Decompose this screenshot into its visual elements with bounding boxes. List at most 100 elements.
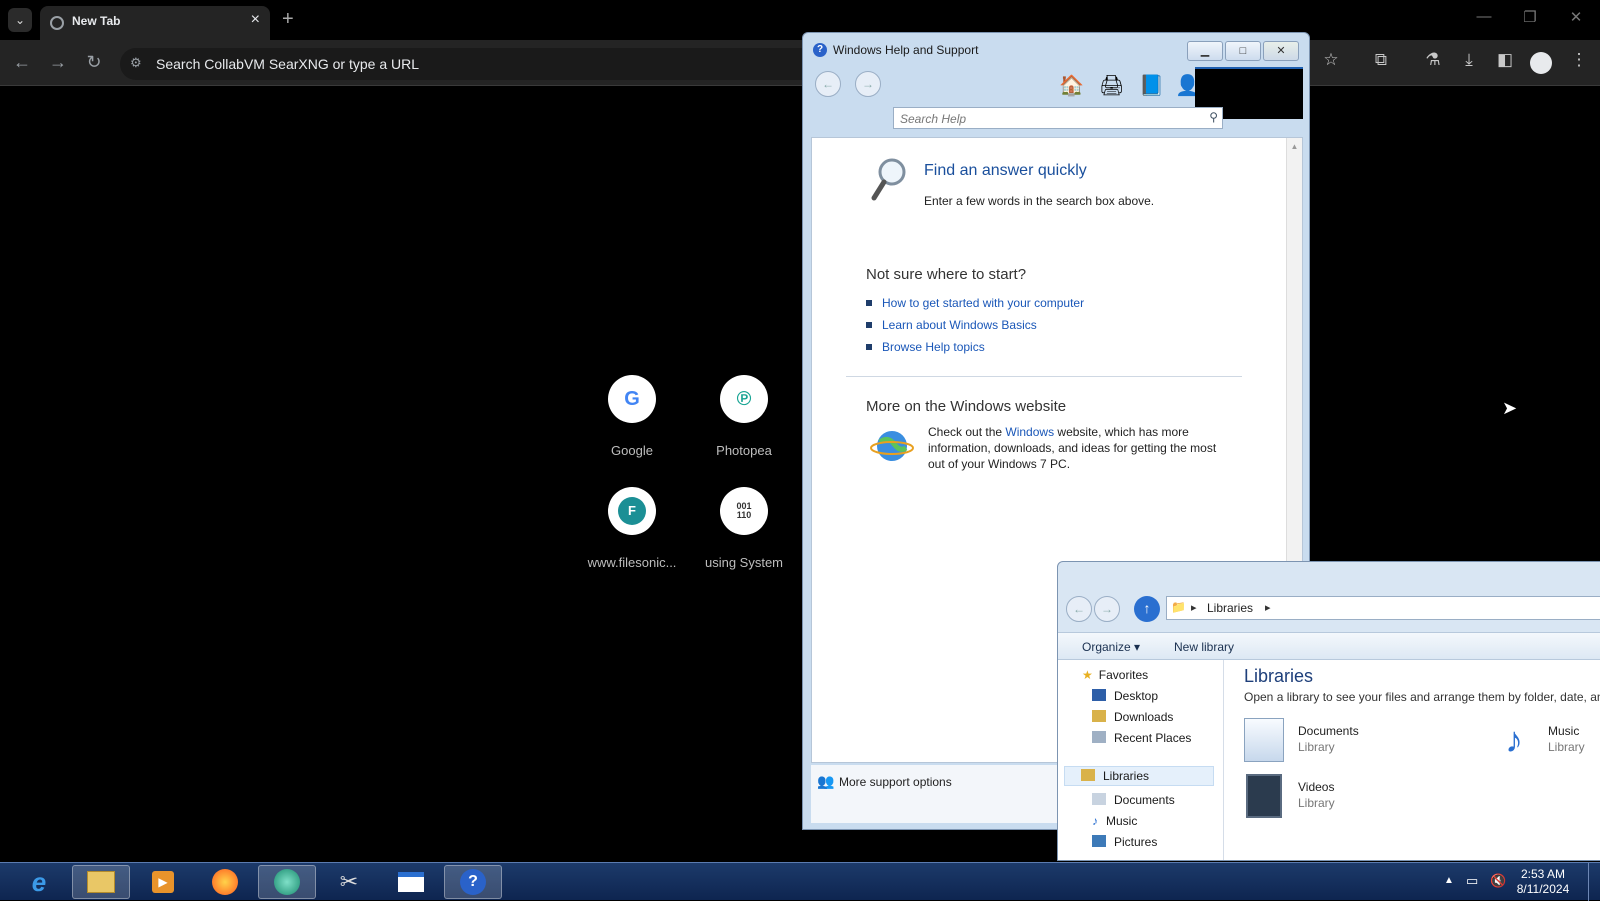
help-icon[interactable]: ? xyxy=(444,865,502,899)
help-link-windows-basics[interactable]: Learn about Windows Basics xyxy=(882,318,1037,332)
tab-search-button[interactable]: ⌄ xyxy=(8,8,32,32)
help-forward-button[interactable]: → xyxy=(855,71,881,97)
star-icon: ★ xyxy=(1082,668,1093,682)
breadcrumb-chevron-icon[interactable]: ▸ xyxy=(1191,601,1197,614)
nav-recent-places[interactable]: Recent Places xyxy=(1092,731,1191,745)
library-music[interactable]: ♪ Music Library xyxy=(1494,716,1600,764)
explorer-command-bar: Organize ▾ New library xyxy=(1058,632,1600,660)
shortcut-using-system[interactable]: 001 110 using System xyxy=(689,487,799,570)
new-tab-button[interactable]: + xyxy=(282,8,294,31)
tab-close-icon[interactable]: × xyxy=(251,11,260,29)
menu-icon[interactable]: ⋮ xyxy=(1566,50,1592,70)
help-close-button[interactable]: ✕ xyxy=(1263,41,1299,61)
bookmark-star-icon[interactable]: ☆ xyxy=(1318,50,1344,70)
network-icon[interactable]: ▭ xyxy=(1466,873,1478,889)
find-answer-desc: Enter a few words in the search box abov… xyxy=(924,194,1155,208)
extensions-icon[interactable]: ⧉ xyxy=(1368,50,1394,70)
window-icon[interactable] xyxy=(382,865,440,899)
support-options-icon: 👥 xyxy=(817,773,835,789)
file-explorer-icon[interactable] xyxy=(72,865,130,899)
libraries-icon xyxy=(1081,769,1095,781)
library-videos[interactable]: Videos Library xyxy=(1244,772,1444,820)
explorer-back-button[interactable]: ← xyxy=(1066,596,1092,622)
clock-time: 2:53 AM xyxy=(1520,867,1566,881)
nav-music-label: Music xyxy=(1106,814,1138,828)
shortcut-label: Google xyxy=(611,443,653,458)
organize-button[interactable]: Organize ▾ xyxy=(1082,640,1140,654)
nav-libraries[interactable]: Libraries xyxy=(1064,766,1214,786)
volume-muted-icon[interactable]: 🔇 xyxy=(1490,873,1506,889)
tab-title: New Tab xyxy=(72,14,121,28)
help-browse-icon[interactable]: 📘 xyxy=(1139,73,1164,98)
library-type: Library xyxy=(1298,740,1335,754)
breadcrumb-chevron-icon[interactable]: ▸ xyxy=(1265,601,1271,614)
tray-expand-icon[interactable]: ▲ xyxy=(1444,875,1454,886)
more-text: Check out the Windows website, which has… xyxy=(928,424,1228,472)
browser-close-button[interactable]: ✕ xyxy=(1556,8,1596,26)
browser-restore-button[interactable]: ❐ xyxy=(1510,8,1550,26)
help-link-get-started[interactable]: How to get started with your computer xyxy=(882,296,1084,310)
shortcut-label: Photopea xyxy=(716,443,772,458)
videos-library-icon xyxy=(1246,774,1282,818)
browser-minimize-button[interactable]: — xyxy=(1464,8,1504,25)
windows-website-link[interactable]: Windows xyxy=(1005,425,1054,439)
explorer-forward-button[interactable]: → xyxy=(1094,596,1120,622)
firefox-icon[interactable] xyxy=(196,865,254,899)
library-documents[interactable]: Documents Library xyxy=(1244,716,1444,764)
globe-icon xyxy=(870,426,914,466)
taskbar-clock[interactable]: 2:53 AM 8/11/2024 xyxy=(1508,867,1578,897)
omnibox[interactable]: ⚙ Search CollabVM SearXNG or type a URL xyxy=(120,48,820,80)
help-link-row: Browse Help topics xyxy=(866,338,985,356)
nav-documents[interactable]: Documents xyxy=(1092,793,1175,807)
shortcut-photopea[interactable]: ℗ Photopea xyxy=(689,375,799,458)
nav-downloads[interactable]: Downloads xyxy=(1092,710,1173,724)
help-search-input[interactable]: Search Help ⚲ xyxy=(893,107,1223,129)
media-player-icon[interactable]: ▶ xyxy=(134,865,192,899)
nav-documents-label: Documents xyxy=(1114,793,1175,807)
nav-music[interactable]: ♪ Music xyxy=(1092,814,1137,828)
forward-button[interactable]: → xyxy=(46,52,70,73)
documents-library-icon xyxy=(1244,718,1284,762)
omnibox-placeholder: Search CollabVM SearXNG or type a URL xyxy=(156,56,419,72)
show-desktop-button[interactable] xyxy=(1588,863,1600,901)
help-maximize-button[interactable]: □ xyxy=(1225,41,1261,61)
organize-label: Organize xyxy=(1082,640,1131,654)
nav-favorites-label: Favorites xyxy=(1098,668,1149,682)
explorer-address-bar[interactable]: 📁 ▸ Libraries ▸ xyxy=(1166,596,1600,620)
internet-explorer-icon[interactable]: e xyxy=(10,865,68,899)
shortcut-google[interactable]: G Google xyxy=(577,375,687,458)
help-back-button[interactable]: ← xyxy=(815,71,841,97)
new-library-button[interactable]: New library xyxy=(1174,640,1234,654)
profile-avatar-icon[interactable] xyxy=(1530,52,1552,74)
find-answer-heading: Find an answer quickly xyxy=(924,162,1087,179)
help-print-icon[interactable]: 🖨 xyxy=(1099,73,1124,98)
help-search-icon[interactable]: ⚲ xyxy=(1209,110,1218,124)
binary-icon: 001 110 xyxy=(720,487,768,535)
nav-desktop[interactable]: Desktop xyxy=(1092,689,1158,703)
more-support-options-button[interactable]: More support options xyxy=(839,775,952,789)
start-heading: Not sure where to start? xyxy=(866,266,1027,283)
explorer-up-button[interactable]: ↑ xyxy=(1134,596,1160,622)
shortcut-filesonic[interactable]: F www.filesonic... xyxy=(577,487,687,570)
magnifier-icon xyxy=(870,156,912,204)
labs-icon[interactable]: ⚗ xyxy=(1420,50,1446,70)
help-minimize-button[interactable]: ▁ xyxy=(1187,41,1223,61)
breadcrumb-libraries[interactable]: Libraries xyxy=(1207,601,1253,615)
nav-pictures[interactable]: Pictures xyxy=(1092,835,1157,849)
help-home-icon[interactable]: 🏠 xyxy=(1059,73,1084,98)
reload-button[interactable]: ↻ xyxy=(82,52,106,73)
back-button[interactable]: ← xyxy=(10,52,34,73)
side-panel-icon[interactable]: ◧ xyxy=(1492,50,1518,70)
libraries-folder-icon: 📁 xyxy=(1171,600,1186,614)
help-titlebar[interactable]: ? Windows Help and Support ▁ □ ✕ xyxy=(803,33,1309,65)
library-type: Library xyxy=(1298,796,1335,810)
explorer-main-pane: Libraries Open a library to see your fil… xyxy=(1224,660,1600,860)
tab-new-tab[interactable]: New Tab × xyxy=(40,6,270,40)
snipping-tool-icon[interactable]: ✂ xyxy=(320,865,378,899)
library-type: Library xyxy=(1548,740,1585,754)
downloads-icon[interactable]: ⤓ xyxy=(1456,50,1482,70)
site-info-icon[interactable]: ⚙ xyxy=(130,55,148,73)
browser-icon[interactable] xyxy=(258,865,316,899)
nav-favorites[interactable]: ★ Favorites xyxy=(1082,668,1148,682)
help-link-browse-topics[interactable]: Browse Help topics xyxy=(882,340,985,354)
